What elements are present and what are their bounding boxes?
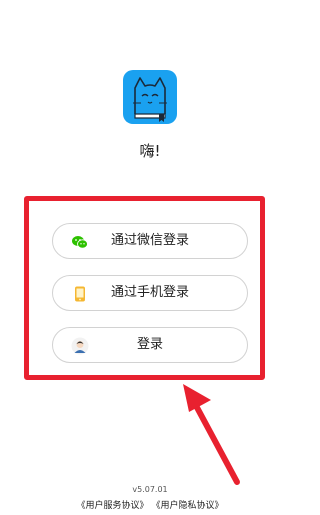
wechat-icon [72, 236, 88, 249]
user-service-agreement-link[interactable]: 《用户服务协议》 [77, 501, 149, 511]
annotation-arrow-icon [183, 384, 240, 485]
wechat-login-button[interactable]: 通过微信登录 [52, 223, 248, 259]
greeting-text: 嗨! [139, 142, 161, 160]
avatar-icon [71, 337, 89, 355]
phone-login-button[interactable]: 通过手机登录 [52, 275, 248, 311]
cat-book-logo-icon [133, 77, 167, 122]
app-logo [123, 70, 177, 124]
user-privacy-agreement-link[interactable]: 《用户隐私协议》 [151, 501, 223, 511]
account-login-button[interactable]: 登录 [52, 327, 248, 363]
agreement-links: 《用户服务协议》 《用户隐私协议》 [0, 498, 300, 511]
app-version: v5.07.01 [132, 485, 168, 494]
phone-icon [75, 286, 85, 302]
